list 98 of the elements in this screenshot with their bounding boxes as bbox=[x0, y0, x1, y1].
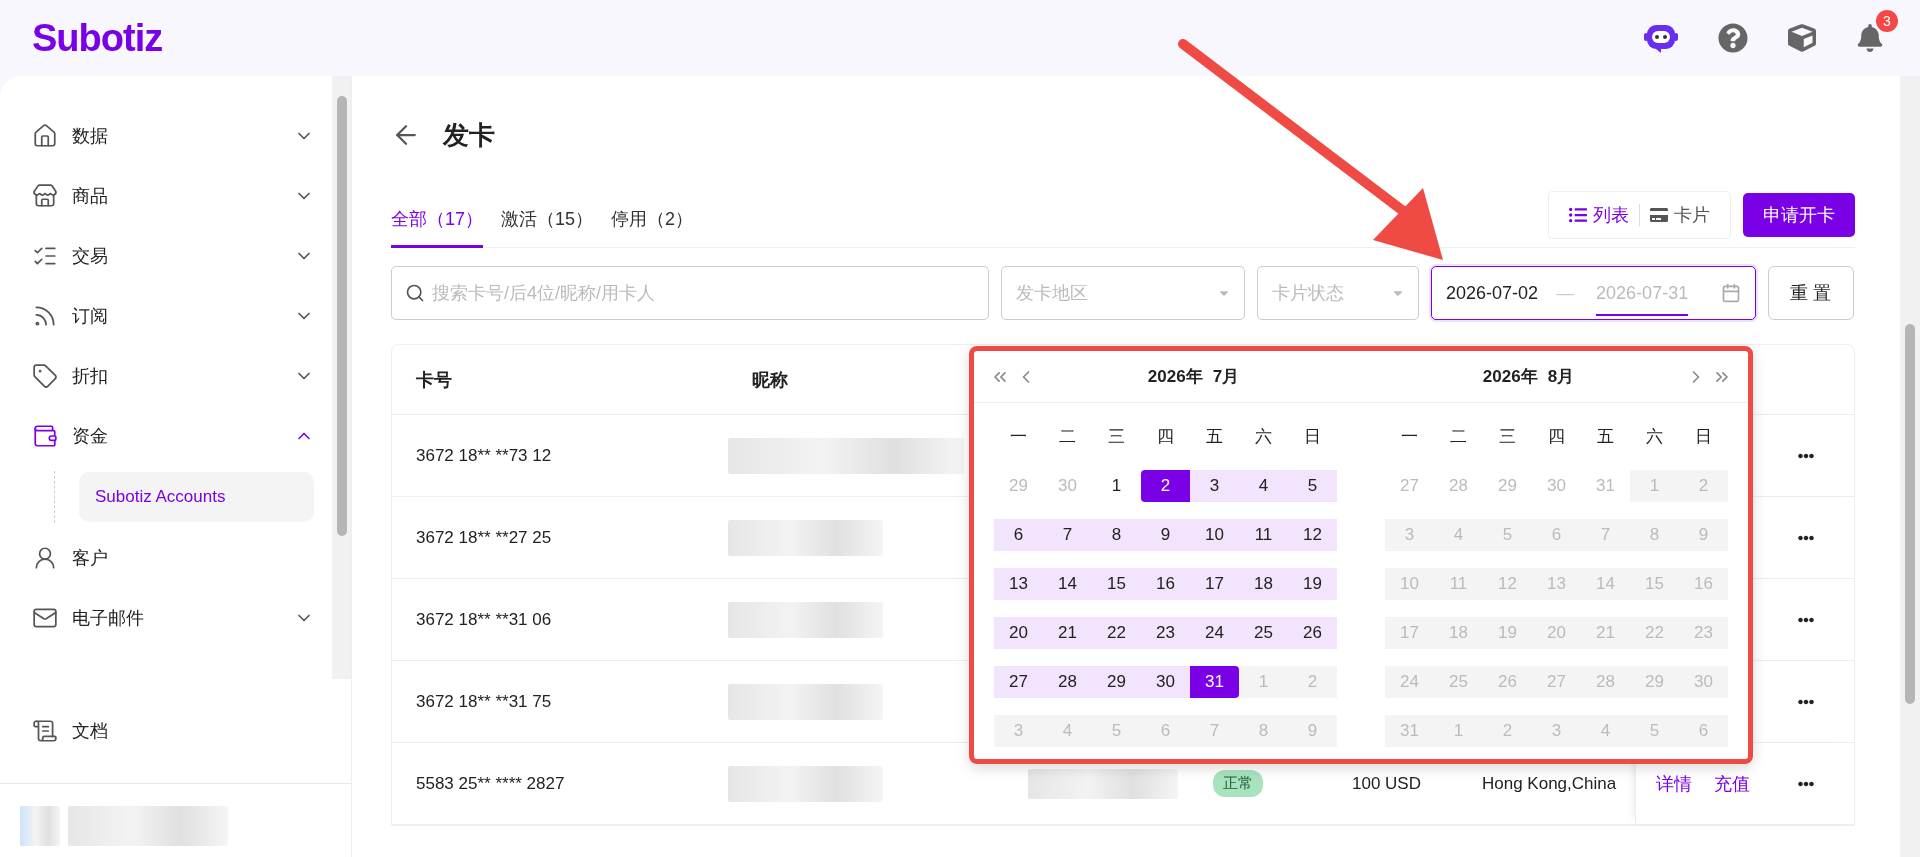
sidebar-item[interactable]: 折扣 bbox=[32, 346, 314, 406]
calendar-day[interactable]: 20 bbox=[994, 617, 1043, 649]
document-icon bbox=[32, 718, 58, 744]
help-button[interactable] bbox=[1718, 23, 1748, 53]
calendar-day[interactable]: 8 bbox=[1092, 519, 1141, 551]
calendar-day[interactable]: 28 bbox=[1043, 666, 1092, 698]
year-label[interactable]: 2026年 bbox=[1482, 365, 1538, 388]
column-header: 卡号 bbox=[416, 369, 452, 390]
view-option[interactable]: 卡片 bbox=[1644, 203, 1716, 227]
calendar-day[interactable]: 29 bbox=[1092, 666, 1141, 698]
weekday-label: 日 bbox=[1303, 426, 1322, 448]
weekday-label: 六 bbox=[1645, 426, 1664, 448]
weekday-label: 五 bbox=[1596, 426, 1615, 448]
sidebar-subitem[interactable]: Subotiz Accounts bbox=[79, 472, 314, 522]
month-label[interactable]: 7月 bbox=[1212, 365, 1240, 388]
calendar-day[interactable]: 7 bbox=[1043, 519, 1092, 551]
calendar-day[interactable]: 27 bbox=[994, 666, 1043, 698]
weekday-label: 四 bbox=[1156, 426, 1175, 448]
weekday-label: 三 bbox=[1498, 426, 1517, 448]
calendar-day[interactable]: 13 bbox=[994, 568, 1043, 600]
sidebar-item[interactable]: 文档 bbox=[32, 701, 108, 761]
apply-card-button[interactable]: 申请开卡 bbox=[1743, 193, 1855, 237]
calendar-day[interactable]: 11 bbox=[1239, 519, 1288, 551]
calendar-day[interactable]: 5 bbox=[1288, 470, 1337, 502]
action-link[interactable]: 充值 bbox=[1714, 771, 1750, 796]
blurred-avatar bbox=[20, 806, 60, 846]
calendar-day[interactable]: 19 bbox=[1288, 568, 1337, 600]
sidebar-item[interactable]: 客户 bbox=[32, 528, 314, 588]
robot-icon bbox=[1644, 22, 1678, 54]
card-number: 3672 18** **31 06 bbox=[415, 609, 553, 630]
sidebar-item[interactable]: 电子邮件 bbox=[32, 588, 314, 648]
weekday-label: 二 bbox=[1449, 426, 1468, 448]
month-label[interactable]: 8月 bbox=[1547, 365, 1575, 388]
sidebar-item[interactable]: 订阅 bbox=[32, 286, 314, 346]
list-icon bbox=[1569, 206, 1587, 224]
cube-button[interactable] bbox=[1788, 24, 1816, 52]
calendar-day[interactable]: 10 bbox=[1190, 519, 1239, 551]
scrollbar[interactable] bbox=[332, 76, 351, 679]
notifications-button[interactable] bbox=[1856, 24, 1884, 52]
weekday-label: 六 bbox=[1254, 426, 1273, 448]
region-select[interactable]: 发卡地区 bbox=[1001, 266, 1245, 320]
calendar-day[interactable]: 26 bbox=[1288, 617, 1337, 649]
column-header: 昵称 bbox=[752, 369, 788, 390]
calendar-day[interactable]: 12 bbox=[1288, 519, 1337, 551]
search-icon bbox=[405, 283, 425, 303]
calendar-day[interactable]: 6 bbox=[994, 519, 1043, 551]
search-field[interactable]: 搜索卡号/后4位/昵称/用卡人 bbox=[391, 266, 989, 320]
sidebar-item[interactable]: 数据 bbox=[32, 106, 314, 166]
calendar-day[interactable]: 24 bbox=[1190, 617, 1239, 649]
calendar-day[interactable]: 18 bbox=[1239, 568, 1288, 600]
sidebar-item[interactable]: 商品 bbox=[32, 166, 314, 226]
brand-logo: Subotiz bbox=[32, 16, 163, 60]
calendar-day[interactable]: 2 bbox=[1141, 470, 1190, 502]
calendar-day[interactable]: 31 bbox=[1190, 666, 1239, 698]
calendar-day[interactable]: 23 bbox=[1141, 617, 1190, 649]
card-number: 3672 18** **31 75 bbox=[415, 691, 553, 712]
weekday-label: 一 bbox=[1400, 426, 1419, 448]
notification-badge: 3 bbox=[1876, 10, 1898, 32]
status-select[interactable]: 卡片状态 bbox=[1257, 266, 1419, 320]
calendar-day[interactable]: 30 bbox=[1141, 666, 1190, 698]
page-title: 发卡 bbox=[443, 118, 495, 152]
calendar-day[interactable]: 25 bbox=[1239, 617, 1288, 649]
weekday-label: 四 bbox=[1547, 426, 1566, 448]
status-badge: 正常 bbox=[1213, 770, 1263, 797]
calendar-day[interactable]: 3 bbox=[1190, 470, 1239, 502]
view-option[interactable]: 列表 bbox=[1563, 203, 1635, 227]
weekday-label: 二 bbox=[1058, 426, 1077, 448]
sidebar-item[interactable]: 资金 bbox=[32, 406, 314, 466]
weekday-label: 日 bbox=[1694, 426, 1713, 448]
calendar-day[interactable]: 21 bbox=[1043, 617, 1092, 649]
sidebar-item[interactable]: 交易 bbox=[32, 226, 314, 286]
calendar-day[interactable]: 15 bbox=[1092, 568, 1141, 600]
calendar-day[interactable]: 9 bbox=[1141, 519, 1190, 551]
date-range-field[interactable]: 2026-07-02 — 2026-07-31 bbox=[1431, 266, 1756, 320]
card-number: 3672 18** **73 12 bbox=[415, 445, 553, 466]
calendar-icon bbox=[1721, 283, 1741, 303]
calendar-day[interactable]: 4 bbox=[1239, 470, 1288, 502]
calendar-day[interactable]: 16 bbox=[1141, 568, 1190, 600]
calendar-day[interactable]: 14 bbox=[1043, 568, 1092, 600]
action-link[interactable]: 详情 bbox=[1656, 771, 1692, 796]
tab[interactable]: 激活（15） bbox=[501, 207, 594, 248]
reset-button[interactable]: 重 置 bbox=[1768, 266, 1854, 320]
year-label[interactable]: 2026年 bbox=[1147, 365, 1203, 388]
card-number: 3672 18** **27 25 bbox=[415, 527, 553, 548]
weekday-label: 一 bbox=[1009, 426, 1028, 448]
assistant-button[interactable] bbox=[1644, 22, 1678, 54]
amount: 100 USD bbox=[1351, 773, 1422, 794]
calendar-day[interactable]: 1 bbox=[1092, 470, 1141, 502]
scrollbar[interactable] bbox=[1900, 76, 1920, 857]
weekday-label: 五 bbox=[1205, 426, 1224, 448]
issuing-region: Hong Kong,China bbox=[1481, 773, 1618, 794]
tab[interactable]: 全部（17） bbox=[391, 207, 484, 248]
card-icon bbox=[1650, 206, 1668, 224]
card-number: 5583 25** **** 2827 bbox=[415, 773, 566, 794]
calendar-day[interactable]: 22 bbox=[1092, 617, 1141, 649]
tab[interactable]: 停用（2） bbox=[611, 207, 694, 248]
weekday-label: 三 bbox=[1107, 426, 1126, 448]
calendar-day[interactable]: 17 bbox=[1190, 568, 1239, 600]
